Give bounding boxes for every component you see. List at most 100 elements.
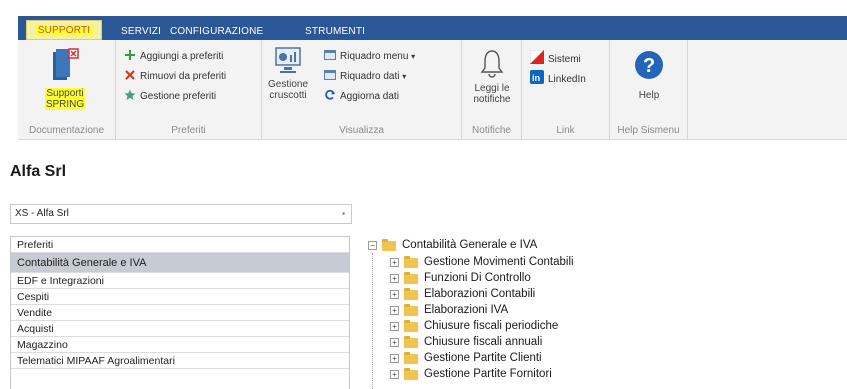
tree-node-label: Gestione Movimenti Contabili — [424, 256, 574, 268]
tree-node-label: Gestione Partite Clienti — [424, 352, 542, 364]
expand-icon[interactable]: + — [390, 370, 399, 379]
collapse-icon[interactable]: − — [368, 241, 377, 250]
tree-node[interactable]: + Gestione Partite Clienti — [390, 351, 690, 366]
list-item-vendite[interactable]: Vendite — [11, 305, 349, 321]
sistemi-label: Sistemi — [548, 54, 581, 65]
rimuovi-preferiti-button[interactable]: Rimuovi da preferiti — [124, 68, 226, 86]
group-notifiche: Leggi le notifiche Notifiche — [462, 40, 522, 140]
group-label-visualizza: Visualizza — [339, 125, 384, 136]
refresh-icon — [325, 89, 335, 100]
company-select-value: XS - Alfa Srl — [15, 208, 69, 219]
list-item-telematici[interactable]: Telematici MIPAAF Agroalimentari — [11, 353, 349, 369]
tree-node[interactable]: + Gestione Partite Fornitori — [390, 367, 690, 382]
riquadro-menu-button[interactable]: Riquadro menu ▾ — [324, 48, 415, 66]
expand-icon[interactable]: + — [390, 338, 399, 347]
expand-icon[interactable]: + — [390, 290, 399, 299]
folder-icon — [404, 304, 418, 316]
supporti-spring-label-line2: SPRING — [44, 99, 86, 110]
gestione-preferiti-label: Gestione preferiti — [140, 91, 217, 102]
tab-strumenti-label: STRUMENTI — [305, 26, 366, 37]
expand-icon[interactable]: + — [390, 322, 399, 331]
list-header-preferiti[interactable]: Preferiti — [11, 237, 349, 253]
plus-icon — [125, 50, 135, 60]
tab-servizi-label: SERVIZI — [121, 26, 162, 37]
leggi-notifiche-button[interactable]: Leggi le notifiche — [466, 48, 518, 105]
gestione-cruscotti-label-line2: cruscotti — [269, 90, 307, 101]
tree-node[interactable]: + Funzioni Di Controllo — [390, 271, 690, 286]
tree-node-label: Elaborazioni IVA — [424, 304, 509, 316]
group-link: Sistemi in LinkedIn Link — [522, 40, 610, 140]
list-item-acquisti[interactable]: Acquisti — [11, 321, 349, 337]
tree-node[interactable]: + Gestione Movimenti Contabili — [390, 255, 690, 270]
gestione-preferiti-button[interactable]: Gestione preferiti — [124, 88, 216, 106]
close-icon — [125, 70, 135, 80]
dashboard-icon — [275, 47, 301, 73]
supporti-spring-button[interactable]: Supporti SPRING — [26, 46, 104, 110]
group-visualizza: Gestione cruscotti Riquadro menu ▾ Riqua… — [262, 40, 462, 140]
panel-icon — [324, 70, 336, 80]
tree-node-label: Funzioni Di Controllo — [424, 272, 531, 284]
aggiungi-preferiti-button[interactable]: Aggiungi a preferiti — [124, 48, 223, 66]
riquadro-dati-button[interactable]: Riquadro dati ▾ — [324, 68, 406, 86]
aggiorna-dati-label: Aggiorna dati — [340, 91, 399, 102]
tree-node-label: Chiusure fiscali annuali — [424, 336, 543, 348]
linkedin-link[interactable]: in LinkedIn — [530, 70, 586, 88]
group-documentazione: Supporti SPRING Documentazione — [18, 40, 116, 140]
expand-icon[interactable]: + — [390, 258, 399, 267]
leggi-notifiche-label-line1: Leggi le — [474, 83, 510, 94]
folder-icon — [404, 256, 418, 268]
company-select[interactable]: XS - Alfa Srl ▪ — [10, 204, 352, 224]
group-label-link: Link — [556, 125, 575, 136]
list-item-cespiti[interactable]: Cespiti — [11, 289, 349, 305]
aggiorna-dati-button[interactable]: Aggiorna dati — [324, 88, 399, 106]
tree-node[interactable]: + Elaborazioni IVA — [390, 303, 690, 318]
tree-node[interactable]: + Elaborazioni Contabili — [390, 287, 690, 302]
expand-icon[interactable]: + — [390, 274, 399, 283]
tree-node-label: Chiusure fiscali periodiche — [424, 320, 559, 332]
tree-root-label: Contabilità Generale e IVA — [402, 239, 538, 251]
ribbon-tab-bar: SUPPORTI SERVIZI CONFIGURAZIONE STRUMENT… — [0, 8, 847, 40]
group-help-sismenu: ? Help Help Sismenu — [610, 40, 688, 140]
help-icon: ? — [635, 51, 663, 79]
chevron-down-icon: ▾ — [411, 52, 416, 61]
supporti-spring-label-line1: Supporti — [45, 88, 85, 99]
rimuovi-preferiti-label: Rimuovi da preferiti — [140, 71, 227, 82]
ribbon-panel: Supporti SPRING Documentazione Aggiungi … — [18, 40, 847, 140]
star-icon — [124, 89, 136, 100]
tab-supporti[interactable]: SUPPORTI — [26, 20, 102, 40]
group-label-help-sismenu: Help Sismenu — [617, 125, 680, 136]
folder-icon — [404, 288, 418, 300]
chevron-down-icon: ▾ — [402, 72, 407, 81]
sistemi-link[interactable]: Sistemi — [530, 50, 581, 68]
help-button[interactable]: ? Help — [618, 50, 680, 101]
folder-icon — [404, 352, 418, 364]
tree-node[interactable]: + Chiusure fiscali annuali — [390, 335, 690, 350]
page-title: Alfa Srl — [10, 163, 67, 180]
gestione-cruscotti-button[interactable]: Gestione cruscotti — [266, 46, 310, 101]
folder-icon — [404, 272, 418, 284]
tree-node[interactable]: + Chiusure fiscali periodiche — [390, 319, 690, 334]
list-item-contabilita[interactable]: Contabilità Generale e IVA — [11, 253, 349, 273]
list-item-edf[interactable]: EDF e Integrazioni — [11, 273, 349, 289]
list-item-magazzino[interactable]: Magazzino — [11, 337, 349, 353]
expand-icon[interactable]: + — [390, 306, 399, 315]
folder-icon — [382, 239, 396, 251]
svg-text:in: in — [532, 73, 541, 83]
menu-tree: − Contabilità Generale e IVA + Gestione … — [368, 238, 838, 389]
bell-icon — [480, 50, 504, 78]
help-label: Help — [638, 90, 660, 101]
tree-node-label: Gestione Partite Fornitori — [424, 368, 552, 380]
tree-root-node[interactable]: − Contabilità Generale e IVA — [368, 238, 668, 253]
group-label-preferiti: Preferiti — [171, 125, 206, 136]
tree-node-label: Elaborazioni Contabili — [424, 288, 536, 300]
aggiungi-preferiti-label: Aggiungi a preferiti — [140, 51, 224, 62]
folder-icon — [404, 336, 418, 348]
book-icon — [53, 48, 79, 80]
expand-icon[interactable]: + — [390, 354, 399, 363]
riquadro-menu-label: Riquadro menu — [340, 51, 409, 62]
leggi-notifiche-label-line2: notifiche — [473, 94, 511, 105]
tab-configurazione-label: CONFIGURAZIONE — [170, 26, 264, 37]
gestione-cruscotti-label-line1: Gestione — [267, 79, 309, 90]
group-preferiti: Aggiungi a preferiti Rimuovi da preferit… — [116, 40, 262, 140]
linkedin-icon: in — [530, 70, 544, 84]
